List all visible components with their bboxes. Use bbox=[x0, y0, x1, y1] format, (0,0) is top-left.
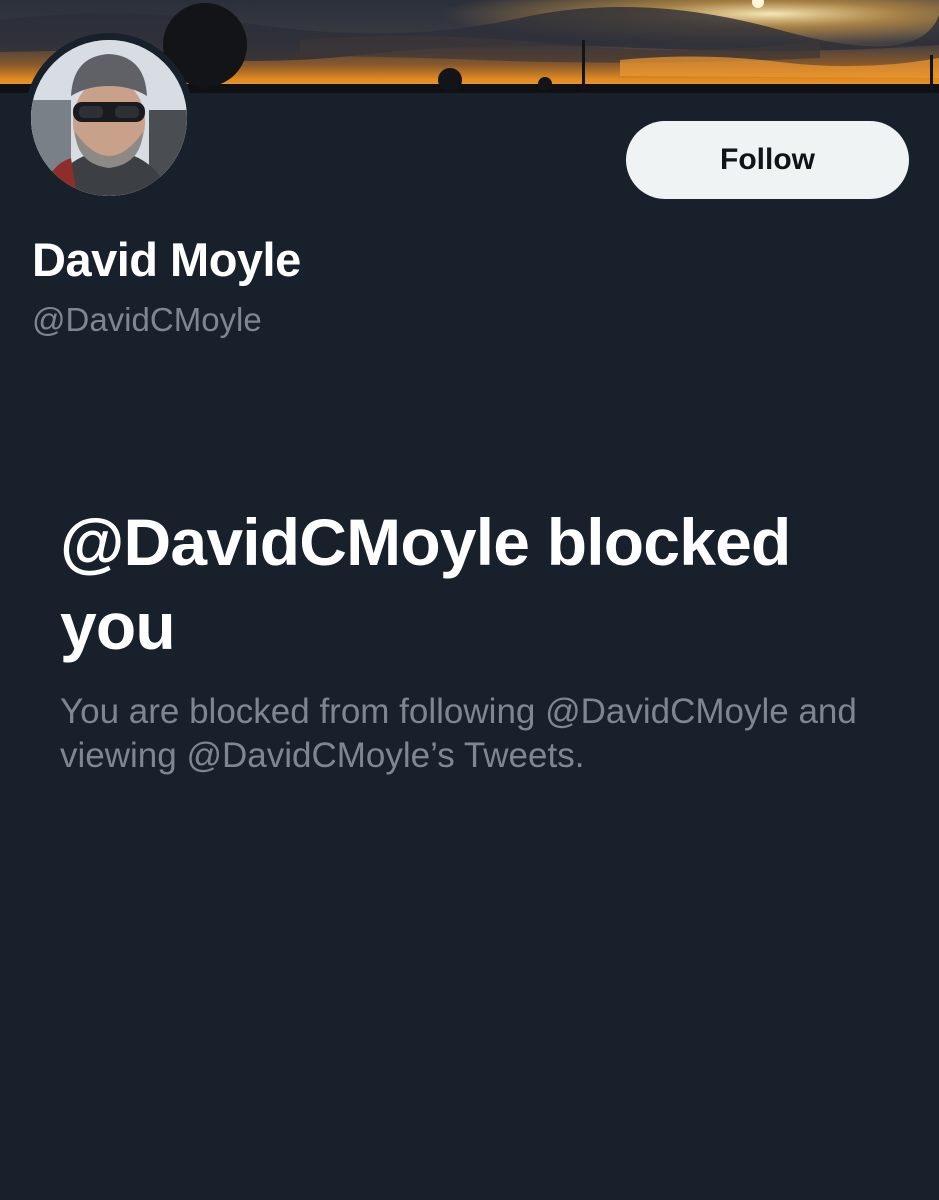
profile-handle: @DavidCMoyle bbox=[32, 301, 262, 338]
blocked-notice-title: @DavidCMoyle blocked you bbox=[60, 505, 791, 663]
profile-avatar[interactable] bbox=[24, 33, 194, 203]
display-name: David Moyle bbox=[32, 233, 301, 286]
follow-button[interactable]: Follow bbox=[626, 121, 909, 199]
avatar-photo bbox=[31, 40, 187, 196]
blocked-notice-description: You are blocked from following @DavidCMo… bbox=[60, 692, 857, 775]
